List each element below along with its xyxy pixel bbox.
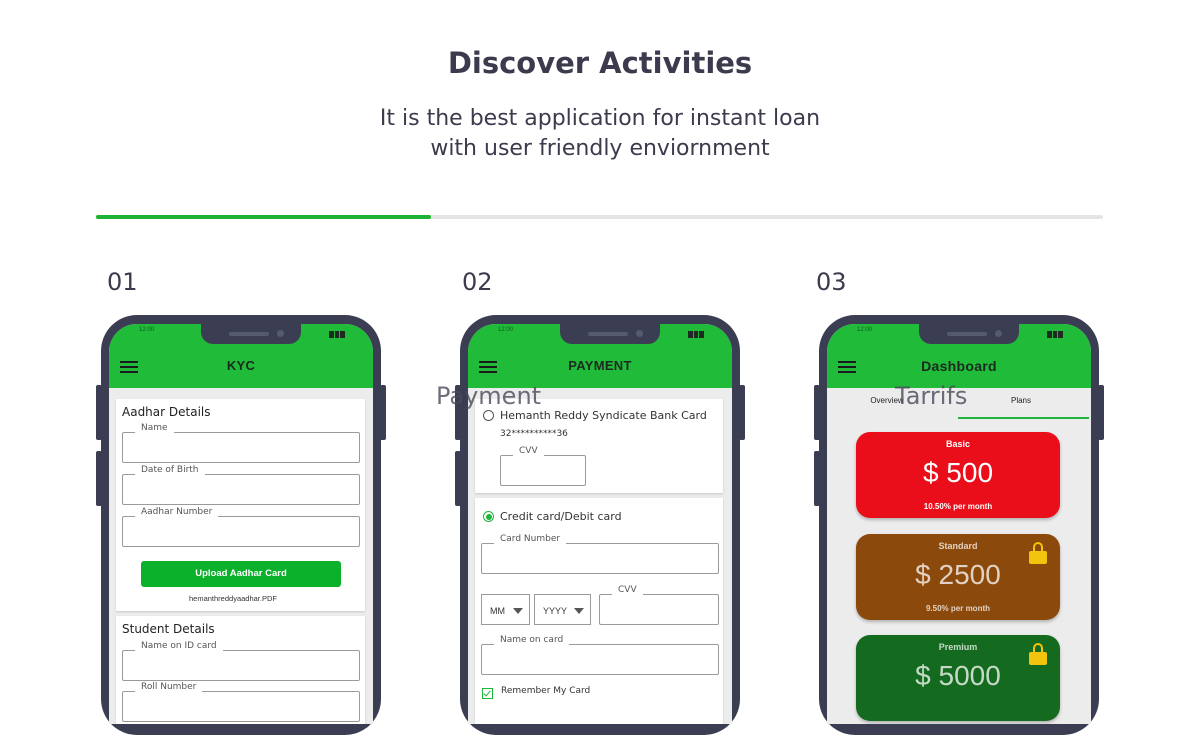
- saved-card[interactable]: Hemanth Reddy Syndicate Bank Card 32****…: [475, 399, 723, 493]
- lock-icon: [1029, 643, 1047, 665]
- new-card-option-label: Credit card/Debit card: [500, 510, 622, 523]
- phone-notch: [560, 324, 660, 344]
- phone-screen: 12:00 KYC Aadhar Details Name Date of Bi…: [109, 324, 373, 724]
- page-title: Discover Activities: [447, 46, 753, 80]
- aadhar-number-label: Aadhar Number: [135, 507, 219, 517]
- saved-card-cvv-field[interactable]: CVV: [500, 446, 586, 486]
- status-clock: 12:00: [139, 327, 155, 333]
- plan-basic-card[interactable]: Basic $ 500 10.50% per month: [856, 432, 1060, 518]
- aadhar-section-title: Aadhar Details: [122, 405, 211, 419]
- plan-price: $ 500: [922, 457, 994, 488]
- id-name-label: Name on ID card: [135, 641, 223, 651]
- app-title: Dashboard: [921, 358, 997, 374]
- new-card-radio[interactable]: [483, 511, 494, 522]
- step-number-3: 03: [816, 268, 847, 296]
- step-3-ghost-label: Tarrifs: [895, 382, 968, 410]
- plan-premium-card[interactable]: Premium $ 5000: [856, 635, 1060, 721]
- phone-kyc: 12:00 KYC Aadhar Details Name Date of Bi…: [96, 315, 386, 735]
- upload-aadhar-button[interactable]: Upload Aadhar Card: [141, 561, 341, 587]
- dob-label: Date of Birth: [135, 465, 205, 475]
- saved-card-number: 32**********36: [500, 429, 568, 439]
- student-card: Student Details Name on ID card Roll Num…: [116, 616, 365, 724]
- subtitle-line-1: It is the best application for instant l…: [379, 106, 821, 131]
- step-2-ghost-label: Payment: [436, 382, 542, 410]
- aadhar-card: Aadhar Details Name Date of Birth Aadhar…: [116, 399, 365, 611]
- expiry-year-value: YYYY: [543, 606, 568, 616]
- page-subtitle: It is the best application for instant l…: [300, 104, 900, 164]
- plan-rate: 9.50% per month: [925, 604, 990, 613]
- card-cvv-label: CVV: [612, 585, 643, 595]
- plan-standard-card[interactable]: Standard $ 2500 9.50% per month: [856, 534, 1060, 620]
- expiry-month-select[interactable]: MM: [481, 594, 530, 625]
- id-name-field[interactable]: Name on ID card: [122, 641, 360, 681]
- tab-plans[interactable]: Plans: [981, 396, 1061, 405]
- progress-track: [96, 215, 1103, 219]
- expiry-month-value: MM: [490, 606, 505, 616]
- lock-icon: [1029, 542, 1047, 564]
- chevron-down-icon: [513, 608, 523, 614]
- step-number-2: 02: [462, 268, 493, 296]
- card-cvv-field[interactable]: CVV: [599, 585, 719, 625]
- phone-dashboard: 12:00 Dashboard Overview Plans Basic $ 5…: [814, 315, 1104, 735]
- phone-notch: [919, 324, 1019, 344]
- app-title: KYC: [226, 358, 256, 373]
- uploaded-file-name: hemanthreddyaadhar.PDF: [189, 594, 277, 603]
- name-label: Name: [135, 423, 174, 433]
- roll-number-field[interactable]: Roll Number: [122, 682, 360, 722]
- plan-name: Basic: [945, 439, 971, 449]
- status-clock: 12:00: [857, 327, 873, 333]
- chevron-down-icon: [574, 608, 584, 614]
- progress-fill: [96, 215, 432, 219]
- step-number-1: 01: [107, 268, 138, 296]
- saved-card-cvv-label: CVV: [513, 446, 544, 456]
- student-section-title: Student Details: [122, 622, 215, 636]
- saved-card-name: Hemanth Reddy Syndicate Bank Card: [500, 409, 707, 422]
- card-number-field[interactable]: Card Number: [481, 534, 719, 574]
- phone-payment: 12:00 PAYMENT Hemanth Reddy Syndicate Ba…: [455, 315, 745, 735]
- battery-icon: [1047, 331, 1064, 338]
- name-field[interactable]: Name: [122, 423, 360, 463]
- battery-icon: [329, 331, 346, 338]
- status-clock: 12:00: [498, 327, 514, 333]
- subtitle-line-2: with user friendly enviornment: [430, 136, 770, 161]
- roll-number-label: Roll Number: [135, 682, 203, 692]
- app-title: PAYMENT: [568, 358, 632, 373]
- card-number-label: Card Number: [494, 534, 567, 544]
- plan-rate: 10.50% per month: [923, 502, 993, 511]
- remember-card-checkbox[interactable]: [482, 688, 493, 699]
- saved-card-radio[interactable]: [483, 410, 494, 421]
- expiry-year-select[interactable]: YYYY: [534, 594, 591, 625]
- aadhar-number-field[interactable]: Aadhar Number: [122, 507, 360, 547]
- name-on-card-label: Name on card: [494, 635, 570, 645]
- name-on-card-field[interactable]: Name on card: [481, 635, 719, 675]
- new-card: Credit card/Debit card Card Number MM YY…: [475, 498, 723, 724]
- battery-icon: [688, 331, 705, 338]
- active-tab-indicator: [958, 417, 1089, 419]
- phone-notch: [201, 324, 301, 344]
- dob-field[interactable]: Date of Birth: [122, 465, 360, 505]
